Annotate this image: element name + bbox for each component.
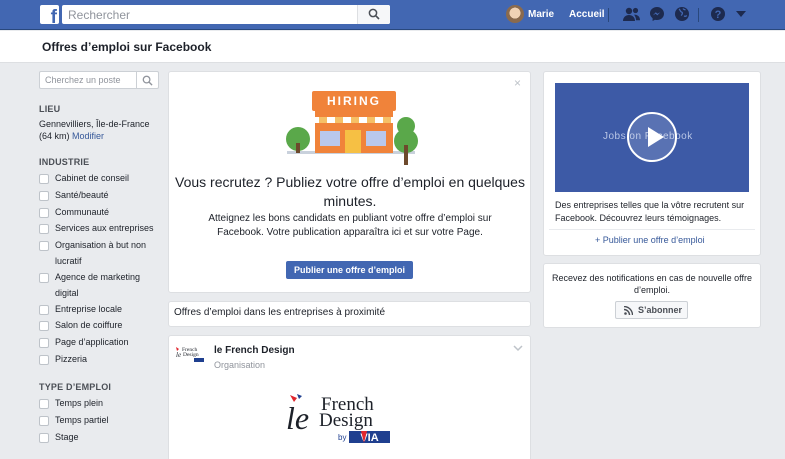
notifications-text: Recevez des notifications en cas de nouv… (552, 273, 752, 295)
divider (549, 229, 755, 230)
checkbox[interactable] (39, 399, 49, 409)
filter-label: Page d’application (55, 337, 129, 347)
checkbox[interactable] (39, 338, 49, 348)
filter-label: Cabinet de conseil (55, 173, 130, 183)
job-search-input[interactable] (40, 72, 136, 88)
checkbox[interactable] (39, 321, 49, 331)
company-logo-icon[interactable]: French le Design (174, 344, 206, 364)
industry-filter-checkbox[interactable]: Pizzeria (39, 354, 161, 368)
industry-filter-checkbox[interactable]: Page d’application (39, 337, 161, 351)
filter-label: Salon de coiffure (55, 320, 123, 330)
company-type: Organisation (214, 360, 266, 370)
notifications-globe-icon[interactable] (674, 6, 690, 22)
subscribe-label: S’abonner (638, 305, 683, 315)
page-title: Offres d’emploi sur Facebook (42, 40, 212, 54)
promo-text: Atteignez les bons candidats en publiant… (208, 213, 492, 238)
logo-design-text: Design (319, 410, 373, 431)
post-job-link[interactable]: + Publier une offre d’emploi (595, 235, 705, 245)
checkbox[interactable] (39, 273, 49, 283)
industry-filter-checkbox[interactable]: Services aux entreprises (39, 223, 161, 237)
filter-label: Temps plein (55, 398, 104, 408)
job-type-filter-checkbox[interactable]: Temps partiel (39, 415, 161, 429)
promo-title: Vous recrutez ? Publiez votre offre d’em… (175, 174, 525, 209)
svg-text:?: ? (715, 9, 722, 21)
play-icon[interactable] (627, 112, 677, 162)
industry-filter-checkbox[interactable]: Santé/beauté (39, 190, 161, 204)
close-icon[interactable]: × (514, 77, 521, 89)
filter-label: Services aux entreprises (55, 223, 154, 233)
job-type-filter-checkbox[interactable]: Temps plein (39, 398, 161, 412)
company-name[interactable]: le French Design (214, 345, 295, 356)
filter-label: Entreprise locale (55, 304, 123, 314)
checkbox[interactable] (39, 416, 49, 426)
divider (698, 8, 699, 22)
job-type-filter-checkbox[interactable]: Stage (39, 432, 161, 446)
location-modify-link[interactable]: Modifier (72, 131, 104, 141)
industry-heading: INDUSTRIE (39, 157, 90, 167)
checkbox[interactable] (39, 224, 49, 234)
facebook-logo-icon[interactable]: f (40, 5, 59, 24)
search-button[interactable] (357, 5, 390, 24)
industry-filter-checkbox[interactable]: Salon de coiffure (39, 320, 161, 334)
filter-label: Agence de marketing digital (55, 272, 141, 298)
avatar[interactable] (506, 5, 524, 23)
industry-filter-checkbox[interactable]: Communauté (39, 207, 161, 221)
top-navigation-bar: f Marie Accueil ? (0, 0, 785, 30)
location-heading: LIEU (39, 104, 61, 114)
hiring-shop-illustration-icon: HIRING (286, 91, 418, 165)
checkbox[interactable] (39, 208, 49, 218)
industry-filter-checkbox[interactable]: Agence de marketing digital (39, 272, 161, 301)
search-icon (368, 8, 380, 20)
checkbox[interactable] (39, 174, 49, 184)
checkbox[interactable] (39, 355, 49, 365)
job-type-heading: TYPE D’EMPLOI (39, 382, 112, 392)
svg-text:le: le (176, 351, 181, 359)
hiring-sign-text: HIRING (327, 94, 381, 108)
filter-label: Temps partiel (55, 415, 109, 425)
divider (608, 8, 609, 22)
content-header: Offres d’emploi sur Facebook (0, 31, 785, 63)
filter-label: Organisation à but non lucratif (55, 240, 147, 266)
nearby-jobs-title: Offres d’emploi dans les entreprises à p… (174, 307, 386, 318)
checkbox[interactable] (39, 433, 49, 443)
account-menu-chevron-down-icon[interactable] (736, 11, 746, 18)
global-search[interactable] (62, 5, 390, 24)
company-banner-logo: French le Design by VIA (286, 394, 390, 444)
search-input[interactable] (62, 5, 354, 24)
location-info: Gennevilliers, Île-de-France (64 km) Mod… (39, 118, 164, 142)
home-link[interactable]: Accueil (569, 9, 605, 20)
checkbox[interactable] (39, 241, 49, 251)
rss-icon (624, 306, 633, 315)
svg-text:le: le (286, 400, 309, 436)
filter-label: Pizzeria (55, 354, 88, 364)
checkbox[interactable] (39, 191, 49, 201)
industry-filter-checkbox[interactable]: Organisation à but non lucratif (39, 240, 161, 269)
industry-filter-checkbox[interactable]: Entreprise locale (39, 304, 161, 318)
video-description: Des entreprises telles que la vôtre recr… (555, 200, 745, 223)
post-job-button[interactable]: Publier une offre d’emploi (286, 261, 413, 279)
help-icon[interactable]: ? (710, 6, 726, 22)
svg-text:Design: Design (183, 352, 199, 358)
friend-requests-icon[interactable] (623, 6, 641, 22)
jobs-video-thumbnail[interactable]: Jobs on Facebook (555, 83, 749, 192)
profile-link[interactable]: Marie (528, 9, 554, 20)
subscribe-button[interactable]: S’abonner (615, 301, 688, 319)
job-search[interactable] (39, 71, 159, 89)
messenger-icon[interactable] (649, 6, 665, 22)
industry-filter-checkbox[interactable]: Cabinet de conseil (39, 173, 161, 187)
job-search-button[interactable] (136, 72, 158, 88)
filter-label: Santé/beauté (55, 190, 109, 200)
checkbox[interactable] (39, 305, 49, 315)
chevron-down-icon[interactable] (513, 345, 523, 352)
filter-label: Communauté (55, 207, 110, 217)
logo-by-text: by (338, 433, 346, 442)
filter-label: Stage (55, 432, 79, 442)
search-icon (142, 75, 153, 86)
